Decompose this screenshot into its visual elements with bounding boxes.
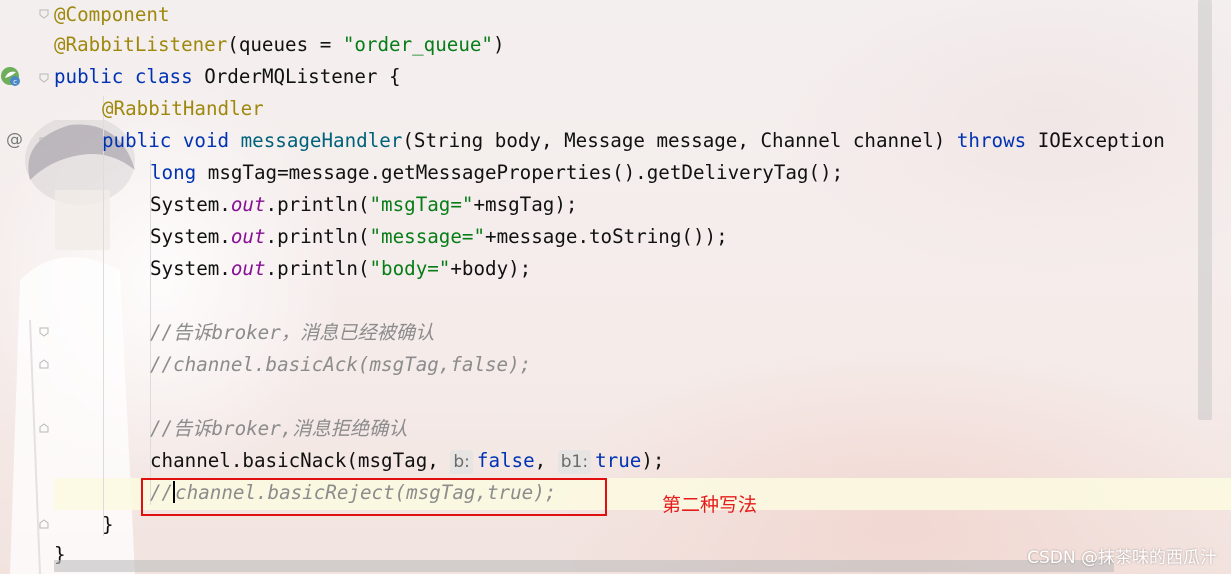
string-literal: "msgTag=": [369, 193, 474, 216]
fold-marker-icon[interactable]: [38, 326, 50, 338]
param-hint-b: b:: [450, 450, 473, 474]
class-name: OrderMQListener {: [204, 65, 401, 88]
method-close-brace: }: [102, 513, 114, 536]
code-line-7: System.out.println("msgTag="+msgTag);: [150, 190, 577, 222]
code-line-4: @RabbitHandler: [102, 94, 264, 126]
out-field: out: [230, 257, 266, 280]
comment-reject-explanation: //告诉broker,消息拒绝确认: [150, 417, 408, 440]
fold-marker-icon[interactable]: [38, 422, 50, 434]
annotation-rabbit-listener: @RabbitListener: [54, 33, 228, 56]
code-text: ,: [534, 449, 558, 472]
comment-ack-explanation: //告诉broker，消息已经被确认: [150, 321, 435, 344]
queue-name-string: "order_queue": [342, 33, 493, 56]
annotation-rabbit-handler: @RabbitHandler: [102, 97, 264, 120]
code-text: +msgTag);: [473, 193, 578, 216]
code-text: .println(: [265, 225, 370, 248]
fold-marker-icon[interactable]: [38, 358, 50, 370]
editor-gutter: c @: [0, 0, 52, 574]
code-text: System.: [150, 257, 231, 280]
code-line-1: @Component: [54, 0, 170, 32]
out-field: out: [230, 225, 266, 248]
code-line-basic-nack: channel.basicNack(msgTag, b: false, b1: tr…: [150, 446, 664, 478]
spring-bean-icon[interactable]: c: [0, 66, 22, 88]
code-text: +message.toString());: [485, 225, 728, 248]
code-text: .println(: [265, 257, 370, 280]
code-text: System.: [150, 225, 231, 248]
horizontal-scrollbar[interactable]: [54, 560, 1114, 572]
code-text: System.: [150, 193, 231, 216]
listener-close: ): [493, 33, 505, 56]
string-literal: "body=": [369, 257, 451, 280]
method-keywords: public void: [102, 129, 241, 152]
code-text: .println(: [265, 193, 370, 216]
string-literal: "message=": [369, 225, 486, 248]
comment-basic-ack: //channel.basicAck(msgTag,false);: [150, 353, 532, 376]
code-text: );: [641, 449, 665, 472]
code-text: +body);: [450, 257, 532, 280]
true-literal: true: [595, 449, 642, 472]
code-line-5: public void messageHandler(String body, …: [102, 126, 1165, 158]
method-name: messageHandler: [240, 129, 403, 152]
annotation-component: @Component: [54, 3, 170, 26]
code-line-3: public class OrderMQListener {: [54, 62, 401, 94]
exception-type: IOException: [1026, 129, 1165, 152]
class-keywords: public class: [54, 65, 205, 88]
fold-marker-icon[interactable]: [38, 136, 50, 148]
param-hint-b1: b1:: [557, 450, 592, 474]
long-keyword: long: [150, 161, 208, 184]
code-text: channel.basicNack(msgTag,: [150, 449, 451, 472]
code-line-6: long msgTag=message.getMessageProperties…: [150, 158, 843, 190]
vertical-scrollbar[interactable]: [1198, 0, 1212, 420]
fold-marker-icon[interactable]: [38, 72, 50, 84]
annotation-label: 第二种写法: [662, 494, 758, 516]
out-field: out: [230, 193, 266, 216]
svg-text:c: c: [13, 78, 17, 86]
fold-marker-icon[interactable]: [38, 518, 50, 530]
method-params: (String body, Message message, Channel c…: [402, 129, 957, 152]
msgtag-assignment: msgTag=message.getMessageProperties().ge…: [207, 161, 844, 184]
highlight-box: [141, 478, 607, 516]
false-literal: false: [476, 449, 535, 472]
code-line-2: @RabbitListener(queues = "order_queue"): [54, 30, 505, 62]
listener-args: (queues =: [227, 33, 343, 56]
indent-guide: [103, 96, 104, 536]
fold-marker-icon[interactable]: [38, 8, 50, 20]
code-line-8: System.out.println("message="+message.to…: [150, 222, 728, 254]
throws-keyword: throws: [956, 129, 1027, 152]
code-line-9: System.out.println("body="+body);: [150, 254, 531, 286]
watermark: CSDN @抹茶味的西瓜汁: [1027, 548, 1217, 568]
override-at-icon[interactable]: @: [6, 130, 23, 150]
